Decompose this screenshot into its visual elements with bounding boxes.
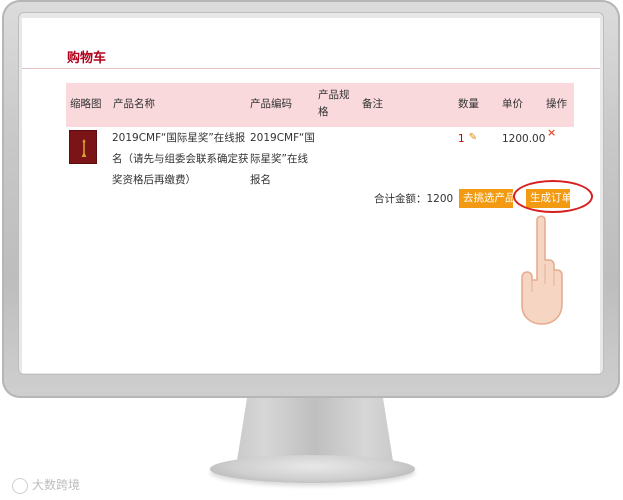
header-spec: 产品规格 — [318, 89, 350, 118]
page-title: 购物车 — [67, 51, 107, 66]
quantity-value: 1 — [458, 133, 465, 145]
watermark-logo-icon — [12, 477, 28, 494]
product-thumbnail[interactable] — [69, 130, 97, 164]
watermark-text: 大数跨境 — [32, 478, 81, 492]
screen: 购物车 缩略图 产品名称 产品编码 产品规格 备注 数量 单价 操作 2019C… — [22, 18, 600, 373]
delete-item-icon[interactable]: × — [547, 126, 556, 140]
pointing-hand-icon — [521, 215, 563, 325]
watermark: 大数跨境 — [12, 476, 80, 494]
product-code-line: 际星奖”在线 — [250, 153, 308, 165]
header-price: 单价 — [502, 98, 523, 110]
product-code-line: 报名 — [250, 174, 271, 186]
product-code-line: 2019CMF“国 — [250, 132, 315, 144]
unit-price: 1200.00 — [502, 133, 546, 145]
header-note: 备注 — [362, 98, 383, 110]
product-name-line: 奖资格后再缴费） — [112, 174, 196, 186]
browse-products-button[interactable]: 去挑选产品 — [459, 189, 516, 208]
header-thumbnail: 缩略图 — [70, 98, 102, 110]
table-header: 缩略图 产品名称 产品编码 产品规格 备注 数量 单价 操作 — [66, 83, 574, 127]
product-name-line: 2019CMF“国际星奖”在线报 — [112, 132, 246, 144]
trophy-icon — [81, 139, 87, 157]
header-code: 产品编码 — [250, 98, 292, 110]
stage: 购物车 缩略图 产品名称 产品编码 产品规格 备注 数量 单价 操作 2019C… — [0, 0, 623, 500]
title-divider — [22, 68, 600, 69]
product-name-line: 名（请先与组委会联系确定获 — [112, 153, 249, 165]
cart-total: 合计金额：1200 — [374, 193, 454, 205]
monitor-stand-neck — [236, 398, 394, 462]
highlight-ring — [513, 180, 593, 213]
header-qty: 数量 — [458, 98, 479, 110]
edit-quantity-icon[interactable]: ✎ — [468, 132, 478, 144]
product-code: 2019CMF“国 际星奖”在线 报名 — [250, 128, 320, 191]
monitor-stand-base — [210, 455, 415, 483]
header-name: 产品名称 — [113, 98, 155, 110]
product-name[interactable]: 2019CMF“国际星奖”在线报 名（请先与组委会联系确定获 奖资格后再缴费） — [112, 128, 252, 191]
header-action: 操作 — [546, 98, 567, 110]
